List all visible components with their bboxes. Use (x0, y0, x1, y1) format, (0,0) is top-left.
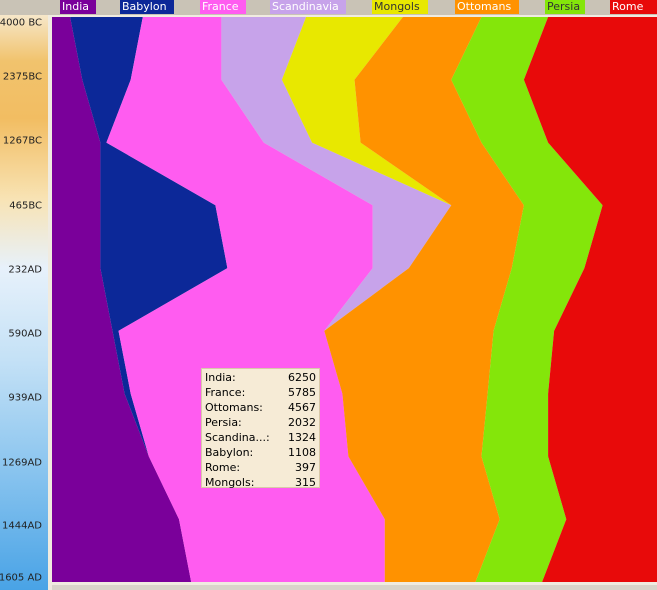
tooltip-civ-value: 6250 (288, 371, 316, 384)
tooltip-civ-name: France: (205, 386, 246, 399)
tooltip-row: Ottomans: 4567 (205, 400, 316, 415)
chart-svg (52, 15, 657, 590)
tooltip-civ-value: 1324 (288, 431, 316, 444)
year-label: 465BC (9, 200, 42, 212)
legend-tab-babylon[interactable]: Babylon (120, 0, 174, 14)
legend-tab-persia[interactable]: Persia (545, 0, 585, 14)
tooltip-row: Babylon: 1108 (205, 445, 316, 460)
legend-tab-france[interactable]: France (200, 0, 246, 14)
year-label: 1444AD (2, 520, 42, 532)
legend-tab-ottomans[interactable]: Ottomans (455, 0, 519, 14)
year-label: 1605 AD (0, 572, 42, 584)
tooltip-row: India: 6250 (205, 370, 316, 385)
tooltip-row: France: 5785 (205, 385, 316, 400)
year-label: 4000 BC (0, 17, 42, 29)
timeline-axis: 4000 BC 2375BC 1267BC 465BC 232AD 590AD 939AD 1… (0, 15, 48, 590)
tooltip-civ-name: Ottomans: (205, 401, 263, 414)
tooltip-civ-name: Rome: (205, 461, 241, 474)
tooltip-row: Mongols: 315 (205, 475, 316, 490)
legend-tab-scandinavia[interactable]: Scandinavia (270, 0, 346, 14)
tooltip-civ-name: India: (205, 371, 236, 384)
civilization-area-chart[interactable] (52, 15, 657, 590)
tooltip-civ-value: 1108 (288, 446, 316, 459)
tooltip-civ-value: 397 (295, 461, 316, 474)
legend-tab-mongols[interactable]: Mongols (372, 0, 428, 14)
legend-tab-rome[interactable]: Rome (610, 0, 657, 14)
civilization-legend-bar: India Babylon France Scandinavia Mongols Otto… (0, 0, 657, 15)
year-label: 1267BC (2, 135, 42, 147)
tooltip-civ-name: Babylon: (205, 446, 254, 459)
tooltip-civ-value: 5785 (288, 386, 316, 399)
tooltip-civ-name: Scandina...: (205, 431, 270, 444)
year-label: 590AD (8, 328, 42, 340)
horizontal-scrollbar[interactable] (52, 585, 657, 590)
tooltip-civ-value: 2032 (288, 416, 316, 429)
tooltip-civ-value: 315 (295, 476, 316, 489)
tooltip-civ-value: 4567 (288, 401, 316, 414)
legend-tab-india[interactable]: India (60, 0, 96, 14)
year-label: 2375BC (2, 71, 42, 83)
tooltip-row: Scandina...: 1324 (205, 430, 316, 445)
tooltip-civ-name: Persia: (205, 416, 242, 429)
population-tooltip: India: 6250 France: 5785 Ottomans: 4567 Persia… (201, 368, 320, 490)
year-label: 232AD (8, 264, 42, 276)
tooltip-row: Rome: 397 (205, 460, 316, 475)
tooltip-civ-name: Mongols: (205, 476, 255, 489)
year-label: 939AD (8, 392, 42, 404)
tooltip-row: Persia: 2032 (205, 415, 316, 430)
year-label: 1269AD (2, 457, 42, 469)
